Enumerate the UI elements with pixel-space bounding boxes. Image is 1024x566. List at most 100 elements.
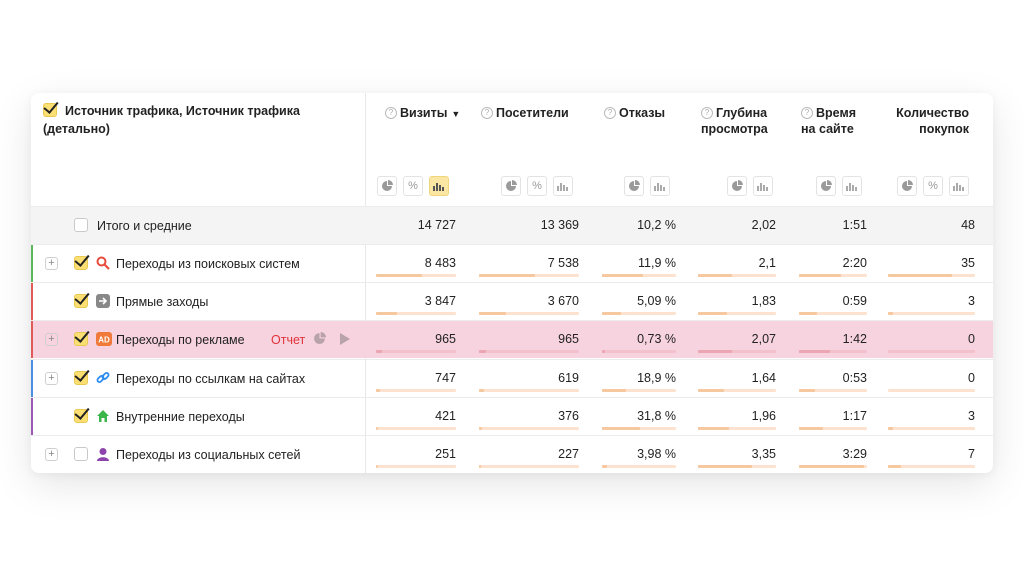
help-icon[interactable]: ?: [385, 107, 397, 119]
percent-button[interactable]: %: [923, 176, 943, 196]
column-header-time[interactable]: ? Время на сайте: [801, 105, 871, 137]
purchases-view-buttons: %: [897, 176, 969, 196]
table-row[interactable]: Внутренние переходы 421 376 31,8 % 1,96 1:17 3: [31, 396, 993, 435]
bar-depth: [698, 388, 776, 392]
expand-button[interactable]: +: [45, 448, 58, 461]
expand-button[interactable]: +: [45, 371, 58, 385]
cell-depth: 1,96: [751, 408, 776, 423]
cell-time: 3:29: [842, 447, 867, 461]
pie-chart-button[interactable]: [816, 176, 836, 196]
table-row[interactable]: + AD Переходы по рекламе Отчет 965 965 0,73 % 2…: [31, 320, 993, 359]
percent-button[interactable]: %: [527, 176, 547, 196]
bar-depth: [698, 426, 776, 430]
row-label[interactable]: Переходы из социальных сетей: [116, 448, 300, 462]
pie-chart-icon: [382, 180, 393, 191]
cell-bounce: 3,98 %: [637, 447, 676, 461]
row-label[interactable]: Переходы по ссылкам на сайтах: [116, 372, 305, 386]
help-icon[interactable]: ?: [801, 107, 813, 119]
bar-depth: [698, 274, 776, 277]
report-link[interactable]: Отчет: [271, 333, 305, 347]
table-row[interactable]: + Переходы из поисковых систем 8 483 7 538 1…: [31, 244, 993, 282]
row-checkbox[interactable]: [74, 256, 88, 270]
table-row[interactable]: Прямые заходы 3 847 3 670 5,09 % 1,83 0:59 3: [31, 282, 993, 321]
bar-visitors: [479, 426, 579, 430]
percent-icon: %: [408, 180, 418, 192]
row-checkbox[interactable]: [74, 447, 88, 461]
cell-bounce: 18,9 %: [637, 370, 676, 385]
table-row[interactable]: + Переходы из социальных сетей 251 227 3,98 …: [31, 435, 993, 473]
pie-chart-button[interactable]: [897, 176, 917, 196]
cell-time: 2:20: [842, 256, 867, 270]
dimension-title: Источник трафика, Источник трафика (дета…: [43, 104, 300, 136]
cell-depth: 1,83: [751, 294, 776, 309]
column-header-purchases[interactable]: Количество покупок: [887, 105, 969, 137]
cell-depth: 2,1: [758, 256, 776, 270]
bar-bounce: [602, 465, 676, 468]
cell-bounce: 31,8 %: [637, 408, 676, 423]
bar-chart-icon: [654, 183, 665, 191]
totals-label: Итого и средние: [97, 219, 192, 233]
select-all-checkbox[interactable]: [43, 103, 57, 121]
pie-chart-icon: [821, 180, 832, 191]
row-checkbox[interactable]: [74, 370, 88, 385]
pie-chart-button[interactable]: [624, 176, 644, 196]
help-icon[interactable]: ?: [604, 107, 616, 119]
row-label[interactable]: Переходы из поисковых систем: [116, 257, 300, 271]
visits-view-buttons: %: [377, 176, 449, 196]
cell-visitors: 619: [558, 370, 579, 385]
bar-visits: [376, 350, 456, 354]
table-header: Источник трафика, Источник трафика (дета…: [31, 93, 993, 206]
pie-chart-button[interactable]: [727, 176, 747, 196]
row-color-marker: [31, 397, 33, 435]
expand-button[interactable]: +: [45, 257, 58, 270]
row-label[interactable]: Переходы по рекламе: [116, 333, 245, 347]
ad-icon: AD: [96, 332, 112, 347]
bar-chart-button[interactable]: [753, 176, 773, 196]
bar-chart-button[interactable]: [842, 176, 862, 196]
bar-visitors: [479, 274, 579, 277]
bar-visitors: [479, 312, 579, 316]
time-view-buttons: [816, 176, 862, 196]
row-color-marker: [31, 359, 33, 397]
row-label[interactable]: Прямые заходы: [116, 295, 208, 309]
pie-chart-icon[interactable]: [313, 332, 327, 346]
report-table-card: Источник трафика, Источник трафика (дета…: [31, 93, 993, 473]
pie-chart-button[interactable]: [377, 176, 397, 196]
row-color-marker: [31, 321, 33, 359]
play-icon[interactable]: [339, 332, 353, 346]
row-color-marker: [31, 245, 33, 282]
table-row[interactable]: + Переходы по ссылкам на сайтах 747 619 18,9…: [31, 358, 993, 397]
column-header-bounce[interactable]: ? Отказы: [604, 105, 665, 121]
help-icon[interactable]: ?: [701, 107, 713, 119]
bar-chart-button[interactable]: [553, 176, 573, 196]
cell-visitors: 7 538: [547, 256, 579, 270]
row-label[interactable]: Внутренние переходы: [116, 410, 245, 424]
expand-button[interactable]: +: [45, 333, 58, 347]
bar-visitors: [479, 350, 579, 354]
row-checkbox[interactable]: [74, 294, 88, 309]
bar-chart-button[interactable]: [429, 176, 449, 196]
sort-desc-icon[interactable]: ▼: [451, 109, 460, 119]
row-checkbox[interactable]: [74, 332, 88, 347]
total-visitors: 13 369: [540, 218, 579, 232]
cell-visits: 3 847: [424, 294, 456, 309]
dimension-header[interactable]: Источник трафика, Источник трафика (дета…: [43, 103, 343, 137]
totals-row: Итого и средние 14 727 13 369 10,2 % 2,0…: [31, 206, 993, 244]
column-header-visitors[interactable]: ? Посетители: [481, 105, 569, 121]
row-checkbox[interactable]: [74, 408, 88, 423]
total-depth: 2,02: [751, 218, 776, 232]
bar-chart-button[interactable]: [650, 176, 670, 196]
pie-chart-button[interactable]: [501, 176, 521, 196]
cell-visits: 421: [435, 408, 456, 423]
totals-checkbox[interactable]: [74, 218, 88, 232]
cell-visitors: 376: [558, 408, 579, 423]
column-header-depth[interactable]: ? Глубина просмотра: [701, 105, 781, 137]
bar-chart-button[interactable]: [949, 176, 969, 196]
cell-purchases: 3: [968, 294, 975, 309]
help-icon[interactable]: ?: [481, 107, 493, 119]
cell-bounce: 11,9 %: [638, 256, 676, 270]
column-header-visits[interactable]: ? Визиты ▼: [385, 105, 460, 122]
bar-visits: [376, 426, 456, 430]
percent-button[interactable]: %: [403, 176, 423, 196]
bar-visits: [376, 312, 456, 316]
